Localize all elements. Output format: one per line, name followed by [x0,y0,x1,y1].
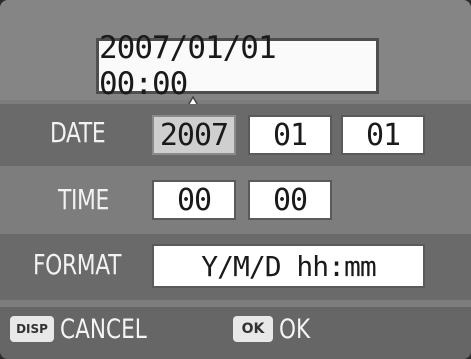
date-day-field[interactable]: 01 [341,115,425,155]
cancel-button[interactable]: DISP CANCEL [10,312,160,352]
date-month-value: 01 [272,117,308,153]
ok-button-icon: OK [233,316,273,342]
date-month-field[interactable]: 01 [248,115,332,155]
date-year-value: 2007 [159,117,229,153]
time-label: TIME [58,183,109,216]
format-value: Y/M/D hh:mm [201,249,376,283]
time-minute-field[interactable]: 00 [248,180,332,220]
ok-label: OK [279,314,311,345]
time-minute-value: 00 [272,182,308,218]
disp-key-text: DISP [16,322,48,336]
format-field[interactable]: Y/M/D hh:mm [152,244,425,288]
datetime-preview: 2007/01/01 00:00 [96,30,379,102]
cancel-label: CANCEL [60,314,147,345]
ok-button[interactable]: OK OK [233,312,323,352]
ok-key-text: OK [241,321,265,337]
date-year-field[interactable]: 2007 [152,115,236,155]
time-hour-value: 00 [176,182,212,218]
date-day-value: 01 [365,117,401,153]
time-hour-field[interactable]: 00 [152,180,236,220]
date-label: DATE [50,116,106,149]
datetime-preview-text: 2007/01/01 00:00 [99,30,277,102]
format-label: FORMAT [33,248,122,281]
date-time-settings-screen: 2007/01/01 00:00 DATE 2007 01 01 TIME 00… [0,0,471,359]
disp-button-icon: DISP [10,316,54,342]
